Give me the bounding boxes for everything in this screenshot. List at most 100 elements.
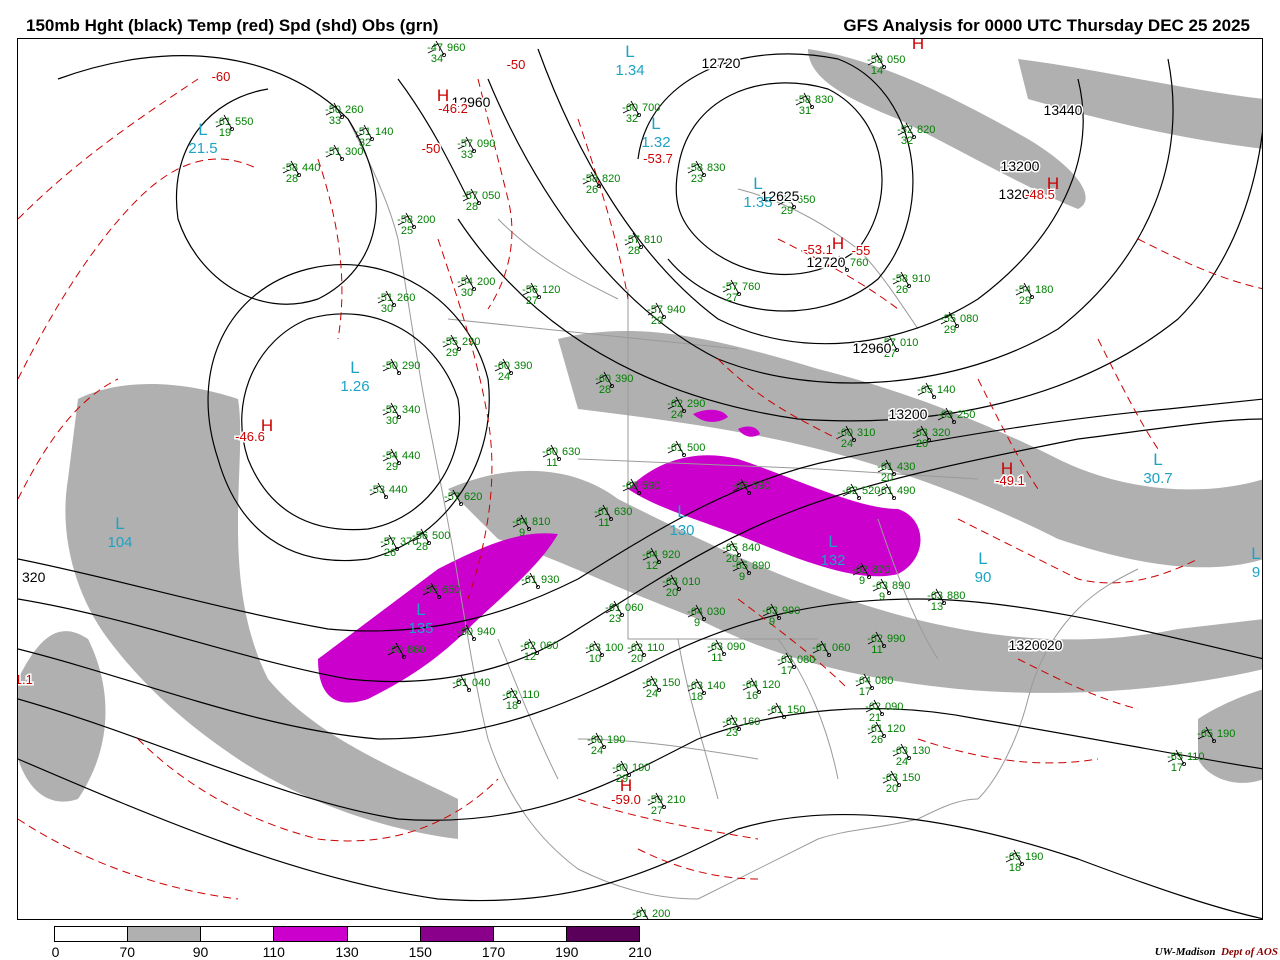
station-spread: 20 [666,587,678,599]
station-observation: -58 44028 [282,160,320,185]
station-observation: -54 20030 [457,274,495,299]
station-spread: 19 [219,127,231,139]
station-spread: 24 [671,409,683,421]
height-label: 12720 [702,55,741,71]
station-height: 960 [447,42,465,54]
station-height: 820 [602,173,620,185]
height-contour-line [18,758,1262,919]
legend-swatch [128,927,202,941]
station-height: 190 [632,762,650,774]
legend-tick-label: 130 [335,944,359,960]
station-observation: -58 91026 [892,271,930,296]
height-label: 12960 [853,340,892,356]
low-center-letter: L [978,549,987,568]
station-spread: 20 [726,553,738,565]
station-spread: 13 [931,601,943,613]
station-spread: 33 [329,115,341,127]
station-observation: -55 29029 [442,334,480,359]
station-height: 590 [642,480,660,492]
station-spread: 28 [416,541,428,553]
station-height: 040 [472,677,490,689]
low-center-value: 130 [669,522,694,539]
height-contour-line [241,313,460,531]
station-spread: 9 [694,617,700,629]
temp-label: -53.7 [643,151,673,166]
station-observation: -63 08017 [777,652,815,677]
station-height: 090 [885,701,903,713]
station-height: 320 [932,427,950,439]
station-height: 110 [647,642,665,654]
station-height: 150 [787,704,805,716]
station-observation: -63 88013 [927,588,965,613]
station-height: 500 [432,530,450,542]
low-center-letter: L [651,114,660,133]
station-observation: -62 11020 [627,640,665,665]
station-observation: -50 26033 [325,102,363,127]
legend-swatch [493,927,567,941]
station-spread: 17 [859,686,871,698]
station-observation: -62 520 [842,483,880,500]
temp-label: -50 [422,141,441,156]
low-center-letter: L [416,600,425,619]
station-observation: -61 500 [667,440,705,457]
station-height: 110 [522,689,540,701]
station-observation: -61 12026 [867,721,905,746]
legend-tick-label: 70 [119,944,136,960]
station-spread: 29 [1019,295,1031,307]
station-observation: -61 930 [521,572,559,590]
speed-legend-bar [54,926,640,942]
legend-tick-label: 150 [408,944,432,960]
shade-west-coast [18,631,106,802]
high-center-letter: H [1047,174,1059,193]
legend-swatch [201,927,275,941]
station-height: 010 [682,576,700,588]
station-spread: 31 [799,105,811,117]
station-spread: 29 [651,315,663,327]
station-height: 990 [887,633,905,645]
station-height: 190 [1217,728,1235,740]
station-spread: 9 [859,575,865,587]
station-height: 520 [862,485,880,497]
temp-label: -53.1 [803,242,833,257]
legend-tick-label: 90 [192,944,209,960]
station-observation: -61 43020 [877,459,915,484]
low-center-letter: L [115,514,124,533]
station-height: 500 [687,442,705,454]
low-center-letter: L [350,358,359,377]
station-spread: 12 [524,651,536,663]
station-observation: -61 55019 [215,114,253,139]
station-observation: -55 08029 [940,311,978,336]
low-center-value: 9 [1252,564,1260,581]
station-height: 080 [960,313,978,325]
legend-swatch [566,927,639,941]
station-height: 630 [562,446,580,458]
low-center-value: 1.32 [641,134,670,151]
station-observation: -60 19024 [587,732,625,757]
station-height: 120 [887,723,905,735]
station-spread: 9 [769,616,775,628]
station-observation: -50 290 [382,358,420,375]
station-height: 930 [541,574,559,586]
credit-line: UW-Madison Dept of AOS [1155,946,1278,958]
station-height: 090 [477,138,495,150]
station-height: 080 [875,675,893,687]
station-spread: 24 [498,371,510,383]
station-height: 030 [707,606,725,618]
station-height: 550 [235,116,253,128]
station-spread: 29 [386,461,398,473]
station-height: 430 [897,461,915,473]
legend-tick-label: 210 [628,944,652,960]
station-height: 310 [857,427,875,439]
height-label: 13200 [1001,158,1040,174]
low-center-value: 30.7 [1143,470,1172,487]
temp-label: -55 [852,243,871,258]
height-label: 13200 [889,406,928,422]
station-observation: -60 940 [457,624,495,642]
station-height: 150 [902,772,920,784]
station-observation: -65 140 [917,382,955,399]
station-spread: 28 [628,245,640,257]
station-observation: -64 12016 [742,677,780,702]
station-observation: -63 14018 [687,678,725,703]
temp-label: -71.1 [18,672,33,687]
station-observation: -53 440 [369,482,407,499]
